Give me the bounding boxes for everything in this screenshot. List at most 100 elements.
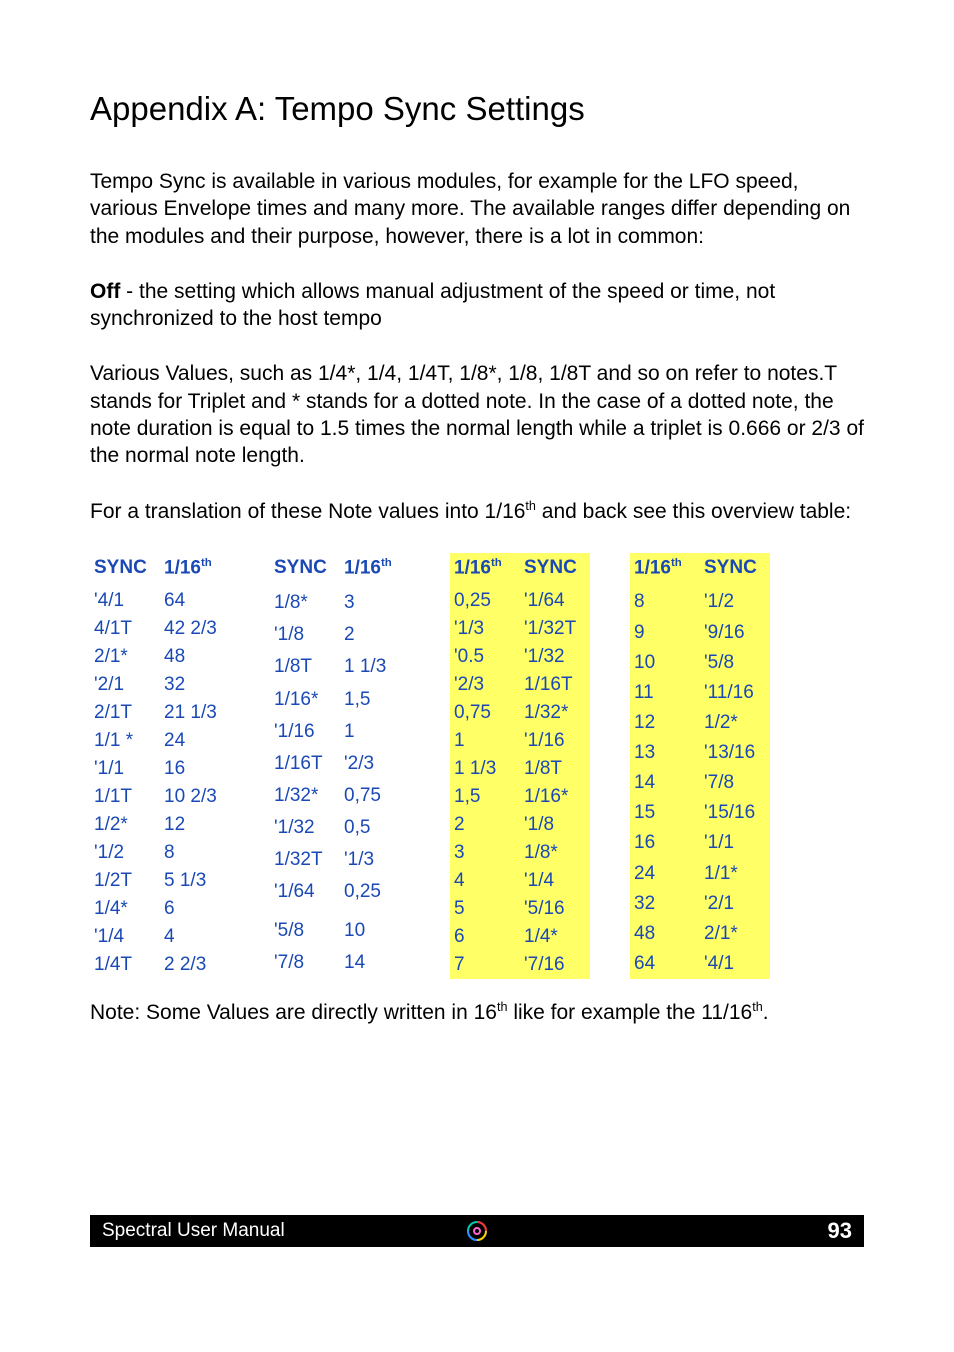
table-cell: 1/1 * — [90, 727, 160, 755]
th-16th: 1/16th — [340, 553, 410, 587]
table-row: '1/44 — [90, 923, 230, 951]
note-sup2: th — [752, 1000, 763, 1014]
table-row: 1/1T10 2/3 — [90, 783, 230, 811]
table-row: 121/2* — [630, 708, 770, 738]
table-cell: 5 1/3 — [160, 867, 230, 895]
table-row: '0.5'1/32 — [450, 643, 590, 671]
table-cell: '0.5 — [450, 643, 520, 671]
table-cell: '5/8 — [700, 648, 770, 678]
note-sup1: th — [497, 1000, 508, 1014]
table-row: '1/640,25 — [270, 876, 410, 908]
table-cell: 10 — [340, 915, 410, 947]
table-row: 31/8* — [450, 839, 590, 867]
table-cell: 1/8T — [270, 651, 340, 683]
table-row: 11'11/16 — [630, 678, 770, 708]
table-cell: 1/1T — [90, 783, 160, 811]
table-cell: '7/8 — [270, 947, 340, 979]
table-row: 4/1T42 2/3 — [90, 615, 230, 643]
table-row: 5'5/16 — [450, 895, 590, 923]
sync-tables: SYNC 1/16th '4/1644/1T42 2/32/1*48'2/132… — [90, 553, 864, 979]
table-cell: 12 — [630, 708, 700, 738]
table-cell: 32 — [630, 889, 700, 919]
table-cell: '13/16 — [700, 738, 770, 768]
table-cell: '11/16 — [700, 678, 770, 708]
table-cell: 1/2* — [90, 811, 160, 839]
table-cell: 1/1* — [700, 859, 770, 889]
p4sup: th — [525, 499, 536, 513]
table-row: 8'1/2 — [630, 587, 770, 617]
table-row: 0,751/32* — [450, 699, 590, 727]
table-row: 2'1/8 — [450, 811, 590, 839]
table-cell: '4/1 — [90, 587, 160, 615]
table-cell: 1/16T — [270, 748, 340, 780]
table-cell: 4/1T — [90, 615, 160, 643]
table-row: 1/1 *24 — [90, 727, 230, 755]
table-cell: 9 — [630, 617, 700, 647]
th-16th: 1/16th — [450, 553, 520, 587]
table-cell: 21 1/3 — [160, 699, 230, 727]
table-cell: 14 — [630, 768, 700, 798]
table-cell: '2/1 — [90, 671, 160, 699]
page-heading: Appendix A: Tempo Sync Settings — [90, 90, 864, 128]
table-cell: '1/32 — [520, 643, 590, 671]
table-cell: 1/32T — [270, 844, 340, 876]
table-row: 1/4*6 — [90, 895, 230, 923]
table-cell: 2 — [340, 619, 410, 651]
table-cell: '1/4 — [90, 923, 160, 951]
table-row: '2/31/16T — [450, 671, 590, 699]
table-row: 16'1/1 — [630, 828, 770, 858]
table-row: '1/320,5 — [270, 812, 410, 844]
table-cell: 0,75 — [450, 699, 520, 727]
table-cell: '1/4 — [520, 867, 590, 895]
table-cell: '4/1 — [700, 949, 770, 979]
table-cell: 42 2/3 — [160, 615, 230, 643]
th-16th: 1/16th — [630, 553, 700, 587]
table-cell: 2/1T — [90, 699, 160, 727]
table-row: '1/161 — [270, 716, 410, 748]
table-cell: 1/4* — [90, 895, 160, 923]
table-cell: 16 — [630, 828, 700, 858]
table-cell: 1/8T — [520, 755, 590, 783]
page-number: 93 — [602, 1218, 852, 1244]
table-cell: 2 — [450, 811, 520, 839]
table-cell: '1/1 — [90, 755, 160, 783]
table-cell: 7 — [450, 951, 520, 979]
off-desc: - the setting which allows manual adjust… — [90, 280, 775, 330]
table-row: 1/16T'2/3 — [270, 748, 410, 780]
sync-table-2: SYNC 1/16th 1/8*3'1/821/8T1 1/31/16*1,5'… — [270, 553, 410, 979]
spiral-logo-icon — [465, 1219, 489, 1243]
table-cell: '2/1 — [700, 889, 770, 919]
table-row: 1/2T5 1/3 — [90, 867, 230, 895]
table-cell: 8 — [630, 587, 700, 617]
table-cell: 2/1* — [90, 643, 160, 671]
table-cell: '1/3 — [340, 844, 410, 876]
table-cell: 1 1/3 — [450, 755, 520, 783]
table-cell: '1/2 — [90, 839, 160, 867]
table-cell: '1/32 — [270, 812, 340, 844]
sync-table-4: 1/16th SYNC 8'1/29'9/1610'5/811'11/16121… — [630, 553, 770, 979]
table-cell: 0,5 — [340, 812, 410, 844]
table-row: 2/1T21 1/3 — [90, 699, 230, 727]
table-row: 64'4/1 — [630, 949, 770, 979]
table-row: '5/810 — [270, 915, 410, 947]
table-row: '1/116 — [90, 755, 230, 783]
footnote: Note: Some Values are directly written i… — [90, 999, 864, 1026]
note-a: Note: Some Values are directly written i… — [90, 1001, 497, 1024]
table-cell: 1/4* — [520, 923, 590, 951]
table-cell: 32 — [160, 671, 230, 699]
table-cell: 1/32* — [270, 780, 340, 812]
table-row: 13'13/16 — [630, 738, 770, 768]
table-cell: 1/32* — [520, 699, 590, 727]
table-cell: 48 — [160, 643, 230, 671]
table-row: 241/1* — [630, 859, 770, 889]
th-sync: SYNC — [700, 553, 770, 587]
table-cell: 1/8* — [520, 839, 590, 867]
table-cell: 16 — [160, 755, 230, 783]
table-cell: 64 — [630, 949, 700, 979]
table-cell: '1/2 — [700, 587, 770, 617]
sync-table-3: 1/16th SYNC 0,25'1/64'1/3'1/32T'0.5'1/32… — [450, 553, 590, 979]
table-cell: 4 — [160, 923, 230, 951]
table-row — [270, 908, 410, 915]
table-cell: 2 2/3 — [160, 951, 230, 979]
table-cell: '2/3 — [340, 748, 410, 780]
